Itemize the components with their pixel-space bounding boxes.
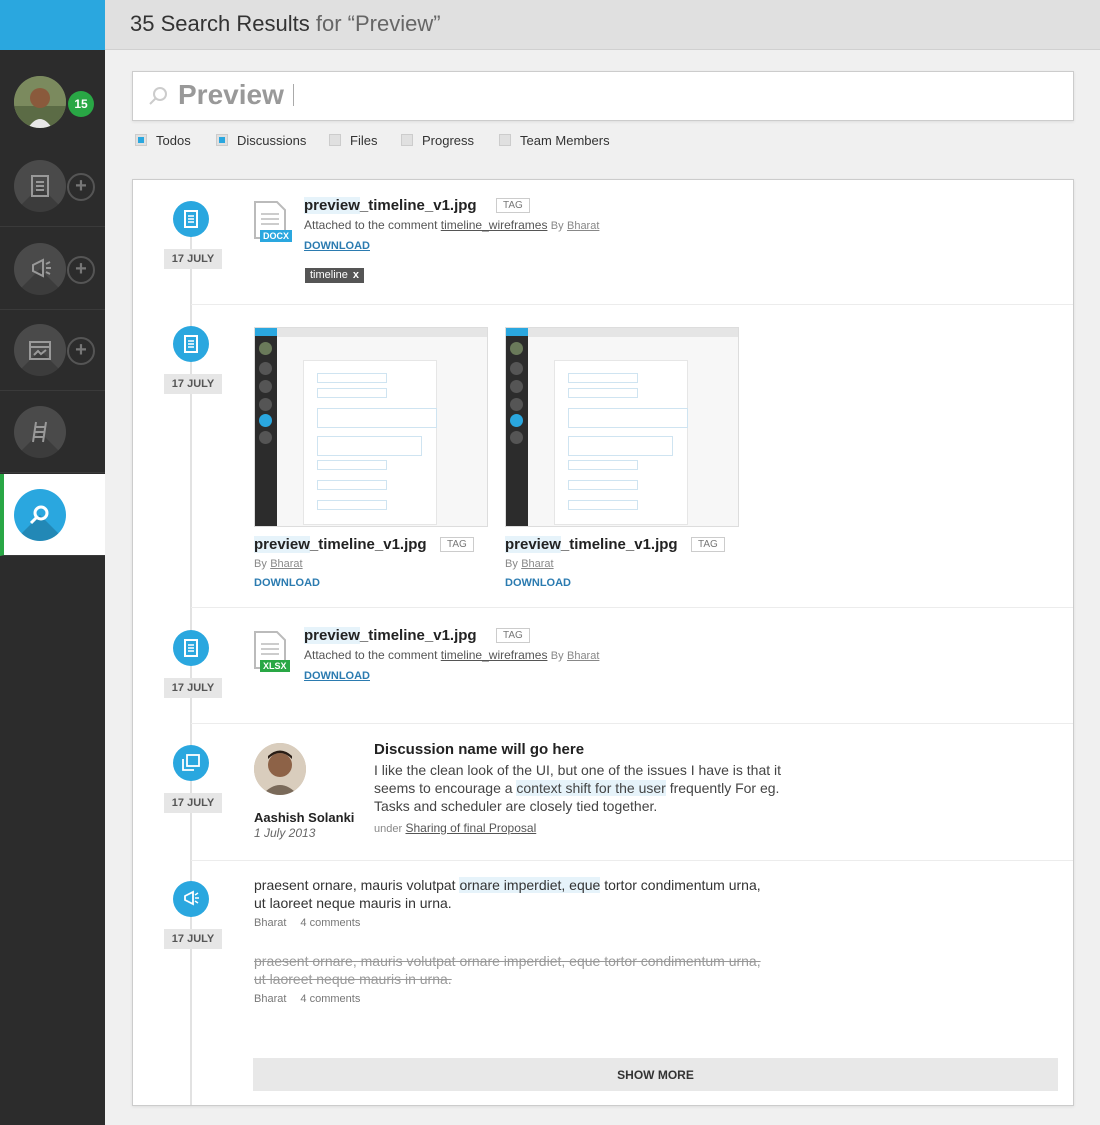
author-avatar[interactable] xyxy=(254,743,306,795)
comment-link[interactable]: timeline_wireframes xyxy=(441,648,548,662)
nav-item-search[interactable] xyxy=(0,474,105,556)
post-meta: Bharat 4 comments xyxy=(254,917,360,929)
divider xyxy=(191,607,1073,608)
author-link[interactable]: Bharat xyxy=(270,558,302,570)
divider xyxy=(191,304,1073,305)
search-input[interactable]: Preview xyxy=(132,71,1074,121)
user-avatar[interactable] xyxy=(14,76,66,128)
image-thumbnail[interactable] xyxy=(254,327,488,527)
brand-bar[interactable] xyxy=(0,0,105,50)
image-thumbnail[interactable] xyxy=(505,327,739,527)
author-link[interactable]: Bharat xyxy=(567,220,599,232)
checkbox[interactable] xyxy=(499,134,511,146)
file-name-link[interactable]: preview_timeline_v1.jpg xyxy=(254,536,427,553)
megaphone-icon xyxy=(14,243,66,295)
nav-item-calendar[interactable]: + xyxy=(0,309,105,391)
attachment-meta: Attached to the comment timeline_wirefra… xyxy=(304,218,600,232)
search-icon xyxy=(149,87,167,105)
file-icon xyxy=(173,326,209,362)
result-date: 17 JULY xyxy=(164,793,222,813)
remove-tag-icon[interactable]: x xyxy=(353,269,359,281)
checkbox[interactable] xyxy=(135,134,147,146)
nav-item-discussions[interactable]: + xyxy=(0,228,105,310)
comments-link[interactable]: 4 comments xyxy=(300,917,360,929)
file-name-link[interactable]: preview_timeline_v1.jpg xyxy=(505,536,678,553)
author-meta: By Bharat xyxy=(505,558,554,570)
tag-button[interactable]: TAG xyxy=(691,537,725,552)
file-icon xyxy=(173,630,209,666)
progress-post[interactable]: praesent ornare, mauris volutpat ornare … xyxy=(254,876,764,912)
checkbox[interactable] xyxy=(329,134,341,146)
discussion-title[interactable]: Discussion name will go here xyxy=(374,741,584,758)
download-link[interactable]: DOWNLOAD xyxy=(304,240,370,252)
result-date: 17 JULY xyxy=(164,249,222,269)
sidebar: 15 + + + xyxy=(0,0,105,1125)
todo-list-icon xyxy=(14,160,66,212)
page-header: 35 Search Results for “Preview” xyxy=(105,0,1100,50)
post-author[interactable]: Bharat xyxy=(254,917,286,929)
tag-button[interactable]: TAG xyxy=(496,198,530,213)
author-meta: By Bharat xyxy=(254,558,303,570)
author-link[interactable]: Bharat xyxy=(567,650,599,662)
divider xyxy=(191,723,1073,724)
author-name[interactable]: Aashish Solanki xyxy=(254,810,354,825)
file-icon xyxy=(173,201,209,237)
tag-button[interactable]: TAG xyxy=(440,537,474,552)
notification-badge[interactable]: 15 xyxy=(68,91,94,117)
document-icon: XLSX xyxy=(253,630,293,674)
completed-post[interactable]: praesent ornare, mauris volutpat ornare … xyxy=(254,952,764,988)
document-icon: DOCX xyxy=(253,200,293,244)
show-more-button[interactable]: SHOW MORE xyxy=(253,1058,1058,1091)
discussion-icon xyxy=(173,745,209,781)
add-todo-button[interactable]: + xyxy=(67,173,95,201)
search-query: Preview xyxy=(178,79,284,110)
file-name-link[interactable]: preview_timeline_v1.jpg xyxy=(304,627,477,644)
file-type-badge: XLSX xyxy=(260,660,290,672)
results-panel: 17 JULY DOCX preview_timeline_v1.jpg TAG… xyxy=(132,179,1074,1106)
proposal-link[interactable]: Sharing of final Proposal xyxy=(405,821,536,835)
ladder-icon xyxy=(14,406,66,458)
divider xyxy=(191,860,1073,861)
author-date: 1 July 2013 xyxy=(254,826,316,840)
result-date: 17 JULY xyxy=(164,374,222,394)
comment-link[interactable]: timeline_wireframes xyxy=(441,218,548,232)
result-date: 17 JULY xyxy=(164,929,222,949)
post-author[interactable]: Bharat xyxy=(254,993,286,1005)
file-type-badge: DOCX xyxy=(260,230,293,242)
discussion-body: I like the clean look of the UI, but one… xyxy=(374,762,782,814)
megaphone-icon xyxy=(173,881,209,917)
comments-link[interactable]: 4 comments xyxy=(300,993,360,1005)
add-event-button[interactable]: + xyxy=(67,337,95,365)
search-icon xyxy=(14,489,66,541)
nav-item-progress[interactable] xyxy=(0,391,105,473)
download-link[interactable]: DOWNLOAD xyxy=(505,577,571,589)
text-caret xyxy=(293,84,294,106)
post-meta: Bharat 4 comments xyxy=(254,993,360,1005)
author-link[interactable]: Bharat xyxy=(521,558,553,570)
result-date: 17 JULY xyxy=(164,678,222,698)
download-link[interactable]: DOWNLOAD xyxy=(304,670,370,682)
calendar-icon xyxy=(14,324,66,376)
download-link[interactable]: DOWNLOAD xyxy=(254,577,320,589)
page-title: 35 Search Results for “Preview” xyxy=(130,11,441,36)
add-discussion-button[interactable]: + xyxy=(67,256,95,284)
discussion-location: under Sharing of final Proposal xyxy=(374,821,537,835)
nav-item-todos[interactable]: + xyxy=(0,145,105,227)
tag-button[interactable]: TAG xyxy=(496,628,530,643)
attachment-meta: Attached to the comment timeline_wirefra… xyxy=(304,648,600,662)
checkbox[interactable] xyxy=(401,134,413,146)
tag-chip[interactable]: timeline x xyxy=(305,268,365,283)
checkbox[interactable] xyxy=(216,134,228,146)
file-name-link[interactable]: preview_timeline_v1.jpg xyxy=(304,197,477,214)
